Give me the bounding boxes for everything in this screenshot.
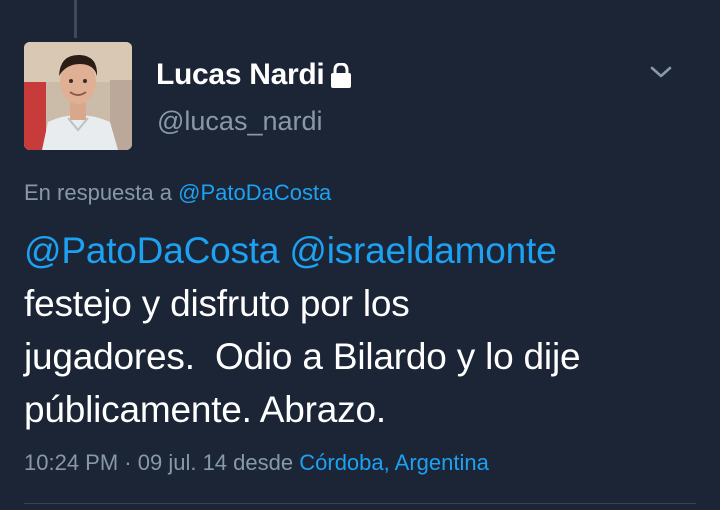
tweet-line-3: públicamente. Abrazo.	[24, 389, 386, 430]
tweet-metadata: 10:24 PM · 09 jul. 14 desde Córdoba, Arg…	[24, 450, 489, 476]
tweet-body: @PatoDaCosta @israeldamonte festejo y di…	[24, 224, 694, 436]
tweet-date[interactable]: 09 jul. 14	[138, 450, 227, 475]
chevron-down-icon[interactable]	[648, 62, 674, 82]
from-label: desde	[233, 450, 294, 475]
mention-link-israeldamonte[interactable]: @israeldamonte	[289, 230, 556, 271]
reply-prefix: En respuesta a	[24, 180, 172, 205]
mention-link-patodacosta[interactable]: @PatoDaCosta	[24, 230, 279, 271]
reply-mention-link[interactable]: @PatoDaCosta	[178, 180, 331, 205]
tweet-line-mentions: @PatoDaCosta @israeldamonte	[24, 224, 694, 277]
display-name-text: Lucas Nardi	[156, 58, 325, 91]
reply-context: En respuesta a @PatoDaCosta	[24, 180, 331, 206]
lock-icon	[330, 62, 352, 89]
tweet-time[interactable]: 10:24 PM	[24, 450, 118, 475]
tweet-line-1: festejo y disfruto por los	[24, 283, 410, 324]
meta-separator: ·	[124, 450, 132, 475]
location-link[interactable]: Córdoba, Argentina	[299, 450, 489, 475]
avatar-photo	[24, 42, 132, 150]
avatar[interactable]	[24, 42, 132, 150]
divider	[24, 503, 696, 504]
thread-connector-line	[74, 0, 77, 38]
author-handle[interactable]: @lucas_nardi	[157, 106, 323, 137]
author-name[interactable]: Lucas Nardi	[156, 58, 352, 92]
tweet-line-2: jugadores. Odio a Bilardo y lo dije	[24, 336, 581, 377]
